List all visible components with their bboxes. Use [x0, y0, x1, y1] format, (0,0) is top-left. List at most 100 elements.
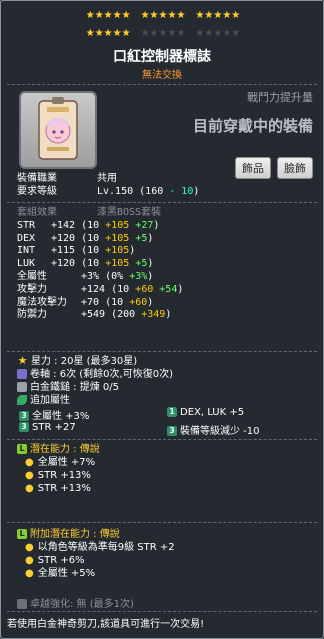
divider [7, 202, 317, 203]
star-icon: ★ [204, 28, 214, 39]
accessory-tag[interactable]: 飾品 [235, 157, 271, 179]
stat-row: 防禦力 +549 (200 +349) [17, 309, 172, 321]
bonus-potential-block: L 附加潛在能力 : 傳說 ● 以角色等級為準每9級 STR +2 ● STR +6%… [17, 528, 175, 580]
star-icon: ★ [204, 10, 214, 21]
star-icon: ★ [176, 10, 186, 21]
job-label: 裝備職業 [17, 173, 57, 184]
bonus-potential-line: ● 全屬性 +5% [25, 568, 96, 579]
extra-option: 3 STR +27 [19, 422, 76, 433]
divider [7, 439, 317, 440]
star-group: ★ ★ ★ ★ ★ [86, 28, 131, 39]
star-icon: ★ [222, 10, 232, 21]
hammer-row: 白金鐵鎚 : 提煉 0/5 [17, 381, 173, 394]
star-icon: ★ [167, 28, 177, 39]
level-row: 要求等級 Lv.150 (160 - 10) [17, 186, 199, 199]
star-group: ★ ★ ★ ★ ★ [86, 10, 131, 21]
star-icon: ★ [103, 10, 113, 21]
stat-row: INT +115 (10 +105) [17, 245, 136, 257]
starforce-text: 星力 : 20星 (最多30星) [31, 356, 138, 367]
starforce-row-1: ★ ★ ★ ★ ★ ★ ★ ★ ★ ★ ★ ★ ★ ★ ★ [1, 10, 323, 21]
extra-title: 追加屬性 [30, 395, 70, 406]
set-name: 漆黑BOSS套裝 [97, 207, 162, 218]
category-tags: 飾品 臉飾 [235, 157, 313, 179]
leaf-icon [17, 395, 27, 405]
level-close: ) [193, 185, 200, 197]
requirements: 裝備職業 共用 要求等級 Lv.150 (160 - 10) [17, 173, 199, 199]
extra-title-row: 追加屬性 [17, 394, 173, 407]
star-icon: ★ [158, 28, 168, 39]
star-icon: ★ [176, 28, 186, 39]
star-icon: ★ [17, 354, 28, 367]
star-group: ★ ★ ★ ★ ★ [141, 28, 186, 39]
potential-block: L 潛在能力 : 傳說 ● 全屬性 +7% ● STR +13% ● STR +13% [17, 443, 100, 495]
set-label: 套組效果 [17, 207, 57, 218]
bonus-potential-line: ● 以角色等級為準每9級 STR +2 [25, 542, 175, 553]
star-icon: ★ [213, 10, 223, 21]
trade-status: 無法交換 [142, 70, 182, 81]
item-tooltip: ★ ★ ★ ★ ★ ★ ★ ★ ★ ★ ★ ★ ★ ★ ★ ★ ★ ★ ★ ★ ★ ★ ★ ★ ★ ★ ★ ★ ★ ★ 口紅控制器標誌 … [0, 0, 324, 639]
footer-hint: 若使用白金神奇剪刀,該道具可進行一次交易! [7, 619, 205, 630]
legendary-grade-icon: L [17, 444, 27, 454]
level-label: 要求等級 [17, 185, 57, 197]
tier-icon: 3 [19, 422, 29, 432]
star-icon: ★ [222, 28, 232, 39]
exceptional-icon [17, 599, 27, 609]
set-row: 套組效果 漆黑BOSS套裝 [17, 207, 183, 220]
divider [7, 522, 317, 523]
divider [7, 351, 317, 352]
extra-option: 3 裝備等級減少 -10 [167, 422, 260, 437]
stat-row: DEX +120 (10 +105 +5) [17, 232, 154, 244]
extra-option: 3 全屬性 +3% [19, 407, 89, 422]
star-icon: ★ [140, 28, 150, 39]
bonus-potential-line: ● STR +6% [25, 555, 85, 566]
scroll-row: 卷軸 : 6次 (剩餘0次,可恢復0次) [17, 368, 173, 381]
star-icon: ★ [140, 10, 150, 21]
star-icon: ★ [94, 28, 104, 39]
tier-icon: 3 [167, 426, 177, 436]
scroll-icon [17, 369, 27, 379]
equip-status: 目前穿戴中的裝備 [192, 117, 313, 135]
star-icon: ★ [112, 28, 122, 39]
divider [7, 611, 317, 612]
legendary-grade-icon: L [17, 529, 27, 539]
star-icon: ★ [121, 10, 131, 21]
star-icon: ★ [195, 28, 205, 39]
job-value: 共用 [97, 173, 117, 184]
hammer-text: 白金鐵鎚 : 提煉 0/5 [30, 382, 119, 393]
scroll-text: 卷軸 : 6次 (剩餘0次,可恢復0次) [30, 369, 173, 380]
level-reduction: - 10 [169, 185, 194, 197]
star-icon: ★ [213, 28, 223, 39]
star-icon: ★ [149, 28, 159, 39]
item-name: 口紅控制器標誌 [113, 49, 211, 65]
stat-list: STR +142 (10 +105 +27) DEX +120 (10 +105 +5… [17, 220, 183, 322]
stat-row: LUK +120 (10 +105 +5) [17, 258, 154, 270]
star-icon: ★ [231, 10, 241, 21]
star-group: ★ ★ ★ ★ ★ [195, 10, 240, 21]
extra-option: 1 DEX, LUK +5 [167, 407, 244, 418]
exceptional-row: 卓越強化: 無 (最多1次) [17, 595, 134, 610]
star-icon: ★ [231, 28, 241, 39]
star-icon: ★ [85, 10, 95, 21]
tier-icon: 3 [19, 411, 29, 421]
potential-title: L 潛在能力 : 傳說 [17, 443, 100, 456]
enhancement-block: ★ 星力 : 20星 (最多30星) 卷軸 : 6次 (剩餘0次,可恢復0次) 白… [17, 355, 173, 407]
exceptional-text: 卓越強化: 無 (最多1次) [30, 599, 134, 610]
starforce-row: ★ 星力 : 20星 (最多30星) [17, 355, 173, 368]
stat-row: 魔法攻擊力 +70 (10 +60) [17, 296, 154, 308]
star-icon: ★ [103, 28, 113, 39]
lipstick-controller-badge-icon [38, 97, 78, 160]
star-group: ★ ★ ★ ★ ★ [195, 28, 240, 39]
potential-line: ● 全屬性 +7% [25, 457, 96, 468]
level-value: Lv.150 [97, 185, 134, 197]
star-icon: ★ [94, 10, 104, 21]
combat-info: 戰鬥力提升量 目前穿戴中的裝備 [193, 89, 313, 136]
tier-icon: 1 [167, 407, 177, 417]
hammer-icon [17, 382, 27, 392]
potential-line: ● STR +13% [25, 483, 91, 494]
stat-row: 攻擊力 +124 (10 +60 +54) [17, 283, 184, 295]
face-accessory-tag[interactable]: 臉飾 [277, 157, 313, 179]
star-icon: ★ [85, 28, 95, 39]
item-icon-frame [19, 91, 97, 169]
job-row: 裝備職業 共用 [17, 173, 199, 186]
divider [7, 84, 317, 85]
